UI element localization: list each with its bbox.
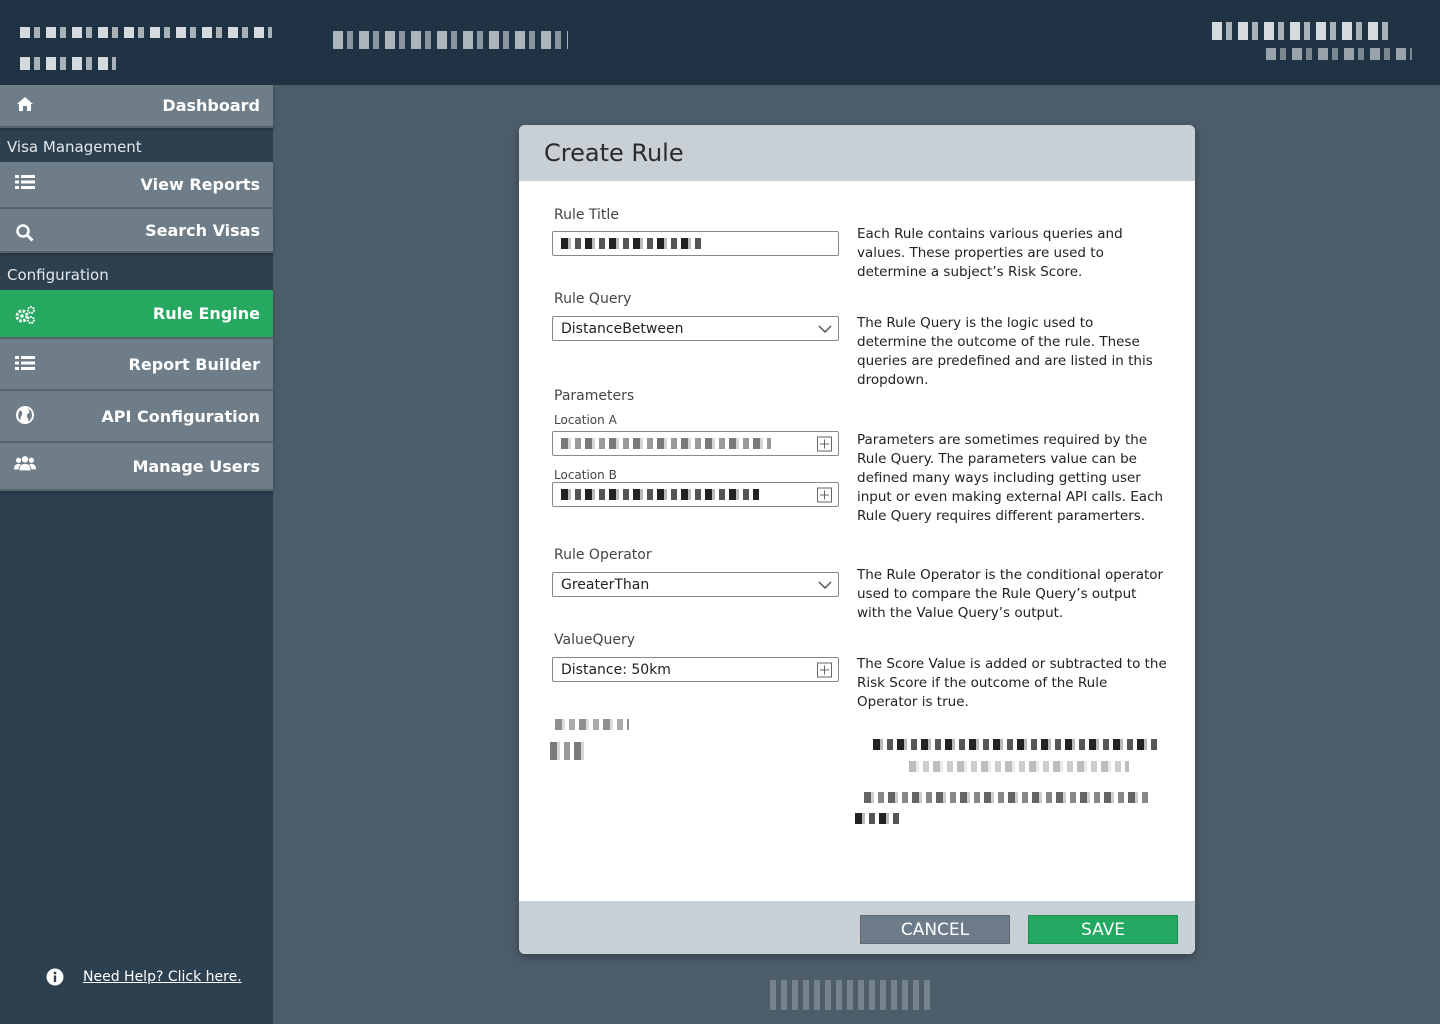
rule-operator-description: The Rule Operator is the conditional ope… [857,567,1164,621]
parameters-description: Parameters are sometimes required by the… [857,432,1164,524]
search-icon [14,222,36,244]
redacted-user-role [1266,48,1412,60]
rule-query-select[interactable]: DistanceBetween [552,316,839,341]
redacted-score-value [550,742,586,760]
add-parameter-icon[interactable] [817,436,832,451]
sidebar-item-label: Report Builder [128,354,260,374]
gears-icon [14,304,36,326]
add-value-icon[interactable] [817,662,832,677]
rule-query-value: DistanceBetween [561,320,684,337]
value-query-value: Distance: 50km [561,661,671,678]
rule-operator-value: GreaterThan [561,576,650,593]
sidebar-item-label: View Reports [140,175,260,194]
redacted-score-description-4 [855,813,899,824]
home-icon [14,93,36,115]
chevron-down-icon [818,324,832,333]
redacted-location-a [561,438,771,449]
sidebar-item-rule-engine[interactable]: Rule Engine [0,290,273,339]
rule-query-description: The Rule Query is the logic used to dete… [857,315,1153,388]
redacted-user-name [1212,22,1390,40]
redacted-score-description-3 [864,792,1152,803]
help-link[interactable]: Need Help? Click here. [83,969,242,985]
cancel-button[interactable]: CANCEL [860,915,1010,944]
location-b-input[interactable] [552,482,839,507]
create-rule-modal: Create Rule Rule Title Each Rule contain… [519,125,1195,954]
list-icon [14,352,36,374]
users-icon [14,452,36,474]
modal-title: Create Rule [544,139,684,167]
redacted-app-title [20,27,272,38]
redacted-app-subtitle [20,57,116,70]
redacted-score-description-1 [873,739,1157,750]
top-bar [0,0,1440,85]
modal-footer: CANCEL SAVE [519,901,1195,954]
sidebar-item-label: API Configuration [101,406,260,426]
value-query-input[interactable]: Distance: 50km [552,657,839,682]
info-icon [46,968,64,986]
rule-query-label: Rule Query [554,291,632,307]
list-icon [14,171,36,193]
sidebar-item-view-reports[interactable]: View Reports [0,162,273,209]
add-parameter-icon[interactable] [817,487,832,502]
rule-title-description: Each Rule contains various queries and v… [857,226,1123,280]
redacted-location-b [561,489,759,500]
sidebar-item-search-visas[interactable]: Search Visas [0,209,273,253]
sidebar-item-label: Dashboard [162,96,260,115]
value-query-description: The Score Value is added or subtracted t… [857,656,1167,710]
location-a-input[interactable] [552,431,839,456]
sidebar-item-dashboard[interactable]: Dashboard [0,85,273,128]
modal-header: Create Rule [519,125,1195,181]
redacted-header-text [333,31,568,49]
sidebar-item-api-configuration[interactable]: API Configuration [0,391,273,443]
redacted-footer-text [770,980,935,1010]
chevron-down-icon [818,580,832,589]
rule-operator-select[interactable]: GreaterThan [552,572,839,597]
sidebar-item-label: Search Visas [145,220,260,240]
rule-title-input[interactable] [552,231,839,256]
save-button[interactable]: SAVE [1028,915,1178,944]
rule-operator-label: Rule Operator [554,547,652,563]
sidebar-item-label: Rule Engine [152,304,260,323]
sidebar: Dashboard Visa Management View Reports S… [0,85,273,1024]
globe-icon [14,404,36,426]
help-section: Need Help? Click here. [46,968,242,986]
location-a-label: Location A [554,413,617,427]
section-label-configuration: Configuration [7,266,109,284]
redacted-score-description-2 [909,761,1129,772]
sidebar-item-manage-users[interactable]: Manage Users [0,443,273,491]
parameters-label: Parameters [554,388,635,404]
value-query-label: ValueQuery [554,632,635,648]
redacted-rule-title [561,238,701,249]
section-label-visa-management: Visa Management [7,138,142,156]
redacted-score-label [555,719,629,730]
location-b-label: Location B [554,468,617,482]
sidebar-item-label: Manage Users [132,456,260,476]
sidebar-item-report-builder[interactable]: Report Builder [0,339,273,391]
rule-title-label: Rule Title [554,207,619,223]
